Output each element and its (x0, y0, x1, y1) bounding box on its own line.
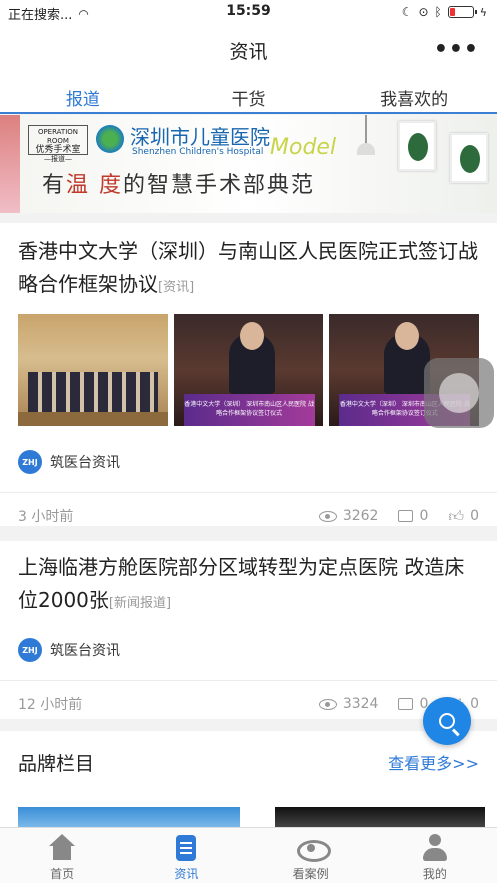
brand-card[interactable] (275, 807, 485, 827)
brand-carousel (0, 793, 497, 827)
moon-icon: ☾ (401, 5, 413, 19)
nav-bar: 资讯 ••• (0, 24, 497, 76)
search-button[interactable] (423, 697, 471, 745)
tabbar-label: 我的 (422, 867, 447, 881)
tab-insights[interactable]: 干货 (166, 76, 332, 112)
views-count: 3262 (342, 508, 379, 524)
bluetooth-icon: ᛒ (434, 5, 442, 19)
article-headline[interactable]: 上海临港方舱医院部分区域转型为定点医院 改造床位2000张[新闻报道] (0, 541, 497, 620)
publish-time: 3 小时前 (18, 509, 74, 525)
banner-slogan: 有温 度的智慧手术部典范 (42, 167, 315, 199)
assistive-touch-button[interactable] (424, 358, 494, 428)
lamp-decoration (365, 115, 367, 145)
article-source[interactable]: ZHJ 筑医台资讯 (0, 450, 497, 474)
banner-model-word: Model (270, 135, 337, 160)
stage (18, 412, 168, 426)
slogan-highlight: 度 (99, 173, 124, 198)
search-icon (439, 713, 455, 729)
likes-count: 0 (470, 508, 479, 524)
promo-banner[interactable]: OPERATION ROOM 优秀手术室 —报道— 深圳市儿童医院 Shenzh… (0, 115, 497, 213)
tabbar-item-home[interactable]: 首页 (0, 828, 124, 883)
likes-stat[interactable]: 👍︎ 0 (448, 508, 479, 524)
views-stat: 3324 (318, 696, 379, 712)
lamp-shade-decoration (357, 143, 375, 155)
eye-icon (318, 510, 337, 522)
plant-frame-decoration (450, 133, 488, 183)
likes-count: 0 (470, 696, 479, 712)
speaker-head (239, 322, 264, 350)
stamp-line-1: OPERATION ROOM (37, 128, 79, 145)
lock-rotation-icon: ⊙ (418, 5, 429, 19)
assistive-touch-icon (439, 373, 479, 413)
slogan-part: 有 (42, 173, 67, 198)
slogan-part: 的智慧手术部典范 (123, 173, 316, 198)
news-icon (171, 834, 201, 862)
slogan-part (90, 173, 99, 198)
section-title: 品牌栏目 (18, 752, 95, 775)
comments-stat[interactable]: 0 (398, 696, 428, 712)
user-icon (420, 834, 450, 862)
brand-card[interactable] (18, 807, 240, 827)
tabbar-label: 看案例 (292, 867, 329, 881)
headline-text: 上海临港方舱医院部分区域转型为定点医院 改造床位2000张 (18, 555, 465, 612)
status-right: ☾ ⊙ ᛒ ϟ (402, 5, 487, 19)
home-icon (47, 834, 77, 862)
comment-icon (398, 698, 414, 710)
article-headline[interactable]: 香港中文大学（深圳）与南山区人民医院正式签订战略合作框架协议[资讯] (0, 223, 497, 304)
tabbar-item-me[interactable]: 我的 (373, 828, 497, 883)
article-meta: 3 小时前 3262 0 👍︎ 0 (0, 493, 497, 539)
bottom-tab-bar: 首页 资讯 看案例 我的 (0, 827, 497, 883)
comments-stat[interactable]: 0 (398, 508, 428, 524)
eye-icon (296, 834, 331, 862)
see-more-link[interactable]: 查看更多>> (388, 750, 479, 774)
charging-icon: ϟ (479, 5, 487, 19)
podium-banner: 香港中文大学（深圳） 深圳市南山区人民医院 战略合作框架协议签订仪式 (183, 394, 315, 426)
status-bar: 正在搜索... ◠ 15:59 ☾ ⊙ ᛒ ϟ (0, 0, 497, 24)
source-logo-icon: ZHJ (18, 638, 42, 662)
banner-stamp: OPERATION ROOM 优秀手术室 —报道— (28, 125, 88, 163)
article-card[interactable]: 上海临港方舱医院部分区域转型为定点医院 改造床位2000张[新闻报道] ZHJ … (0, 541, 497, 719)
more-dots-icon[interactable]: ••• (434, 37, 479, 62)
source-name: 筑医台资讯 (50, 455, 120, 471)
brand-section-header: 品牌栏目 查看更多>> (0, 731, 497, 793)
banner-decoration (0, 115, 20, 213)
hospital-logo-icon (96, 125, 124, 153)
headline-text: 香港中文大学（深圳）与南山区人民医院正式签订战略合作框架协议 (18, 239, 478, 296)
stamp-line-3: —报道— (44, 155, 72, 163)
hospital-name-en: Shenzhen Children's Hospital (132, 147, 264, 157)
article-card[interactable]: 香港中文大学（深圳）与南山区人民医院正式签订战略合作框架协议[资讯] 香港中文大… (0, 223, 497, 526)
source-logo-icon: ZHJ (18, 450, 42, 474)
source-name: 筑医台资讯 (50, 643, 120, 659)
article-thumbnails: 香港中文大学（深圳） 深圳市南山区人民医院 战略合作框架协议签订仪式 香港中文大… (0, 314, 497, 426)
hospital-name: 深圳市儿童医院 (130, 125, 270, 149)
top-tabs: 报道 干货 我喜欢的 (0, 76, 497, 114)
plant-frame-decoration (398, 121, 436, 171)
tabbar-label: 首页 (50, 867, 75, 881)
battery-icon (447, 6, 477, 18)
article-image[interactable] (18, 314, 168, 426)
comment-icon (398, 510, 414, 522)
article-tag: [资讯] (158, 280, 195, 295)
tabbar-label: 资讯 (174, 867, 199, 881)
tabbar-item-news[interactable]: 资讯 (124, 828, 248, 883)
views-stat: 3262 (318, 508, 379, 524)
stamp-line-2: 优秀手术室 (35, 145, 81, 155)
article-source[interactable]: ZHJ 筑医台资讯 (0, 638, 497, 662)
views-count: 3324 (342, 696, 379, 712)
group-photo (28, 372, 158, 412)
tab-favorites[interactable]: 我喜欢的 (331, 76, 497, 112)
tabbar-item-cases[interactable]: 看案例 (249, 828, 373, 883)
comments-count: 0 (419, 508, 429, 524)
slogan-highlight: 温 (66, 173, 91, 198)
tab-reports[interactable]: 报道 (0, 76, 166, 112)
page-title: 资讯 (229, 41, 268, 63)
eye-icon (318, 698, 337, 710)
publish-time: 12 小时前 (18, 697, 83, 713)
thumbs-up-icon: 👍︎ (448, 507, 465, 525)
article-image[interactable]: 香港中文大学（深圳） 深圳市南山区人民医院 战略合作框架协议签订仪式 (173, 314, 324, 426)
article-tag: [新闻报道] (108, 596, 172, 611)
